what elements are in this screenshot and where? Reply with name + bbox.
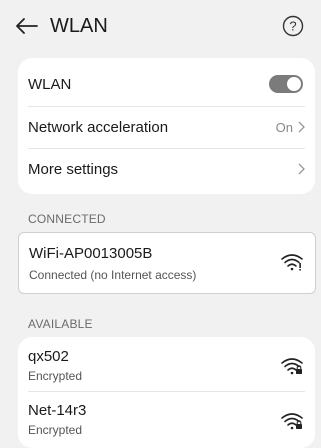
network-list-item[interactable]: qx502 Encrypted xyxy=(18,337,315,391)
toggle-knob xyxy=(287,77,301,91)
network-name: WiFi-AP0013005B xyxy=(29,245,153,262)
svg-text:?: ? xyxy=(289,19,296,34)
network-list-item[interactable]: Net-14r3 Encrypted xyxy=(18,392,315,448)
available-section-label: AVAILABLE xyxy=(28,317,93,331)
wlan-toggle-row[interactable]: WLAN xyxy=(18,63,315,105)
wlan-settings-card: WLAN Network acceleration On More settin… xyxy=(18,58,315,194)
more-settings-row[interactable]: More settings xyxy=(18,148,315,190)
page-title: WLAN xyxy=(50,15,108,37)
network-acceleration-label: Network acceleration xyxy=(28,118,169,136)
wifi-no-internet-icon xyxy=(281,254,303,271)
chevron-right-icon xyxy=(297,120,305,134)
connected-section-label: CONNECTED xyxy=(28,212,106,226)
network-status: Connected (no Internet access) xyxy=(29,268,197,282)
available-networks-card: qx502 Encrypted Net-14r3 Encrypted xyxy=(18,337,315,448)
help-icon: ? xyxy=(282,15,304,37)
chevron-right-icon xyxy=(297,162,305,176)
network-name: Net-14r3 xyxy=(28,402,87,419)
network-security: Encrypted xyxy=(28,369,83,383)
network-security: Encrypted xyxy=(28,423,83,437)
connected-network-item[interactable]: WiFi-AP0013005B Connected (no Internet a… xyxy=(18,232,316,294)
more-settings-label: More settings xyxy=(28,160,119,178)
wlan-label: WLAN xyxy=(28,75,72,93)
network-acceleration-row[interactable]: Network acceleration On xyxy=(18,106,315,148)
back-arrow-icon xyxy=(16,18,38,34)
network-acceleration-value: On xyxy=(275,119,293,135)
wifi-locked-icon xyxy=(281,413,303,430)
back-button[interactable] xyxy=(14,14,40,38)
wlan-toggle[interactable] xyxy=(269,75,303,93)
help-button[interactable]: ? xyxy=(281,14,305,38)
app-header: WLAN ? xyxy=(0,0,321,52)
wifi-locked-icon xyxy=(281,358,303,375)
network-name: qx502 xyxy=(28,348,69,365)
